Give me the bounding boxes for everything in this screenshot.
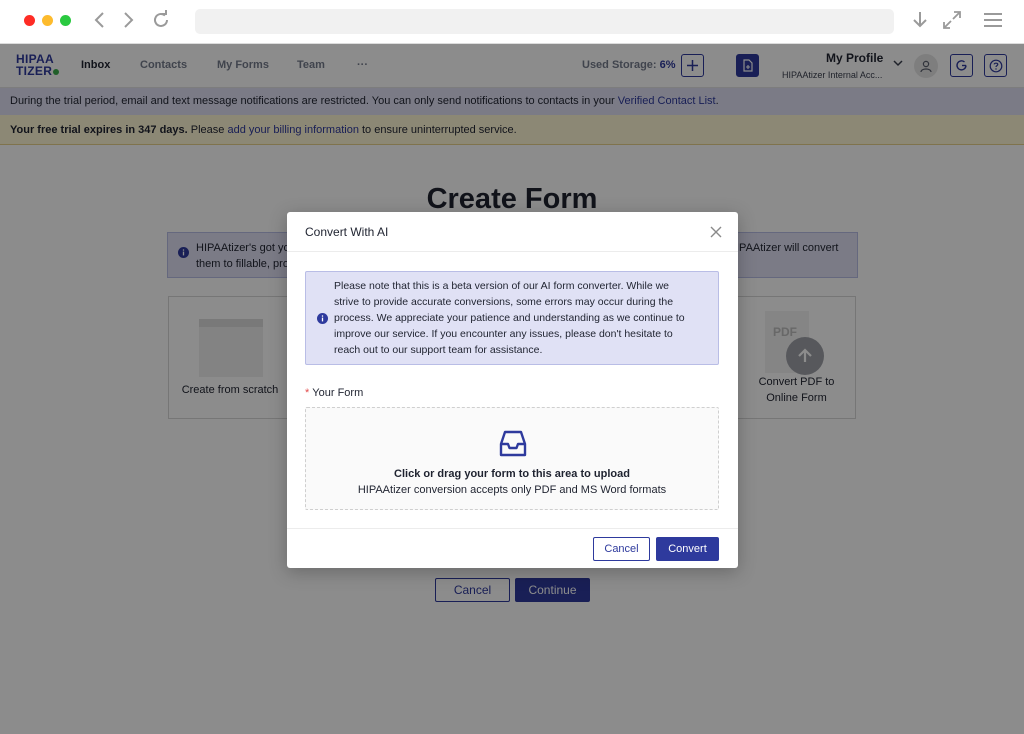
download-icon[interactable] <box>909 9 931 31</box>
notice-line: Please note that this is a beta version … <box>334 280 670 292</box>
modal-title: Convert With AI <box>305 225 389 239</box>
notice-line: process. We appreciate your patience and… <box>334 312 685 324</box>
upload-dropzone[interactable]: Click or drag your form to this area to … <box>305 407 719 510</box>
field-label-text: Your Form <box>312 387 364 399</box>
modal-header: Convert With AI <box>287 212 738 252</box>
required-mark: * <box>305 387 310 399</box>
inbox-icon <box>499 430 527 457</box>
notice-line: reach out to our support team for assist… <box>334 344 543 356</box>
forward-icon[interactable] <box>117 9 139 31</box>
menu-icon[interactable] <box>982 9 1004 31</box>
convert-button[interactable]: Convert <box>656 537 719 561</box>
dropzone-title: Click or drag your form to this area to … <box>394 468 630 480</box>
browser-chrome <box>0 0 1024 44</box>
notice-line: strive to provide accurate conversions, … <box>334 296 674 308</box>
your-form-label: * Your Form <box>305 387 363 399</box>
back-icon[interactable] <box>89 9 111 31</box>
cancel-button[interactable]: Cancel <box>593 537 650 561</box>
minimize-window-dot[interactable] <box>42 15 53 26</box>
info-icon <box>317 313 328 324</box>
beta-notice: Please note that this is a beta version … <box>305 271 719 365</box>
maximize-window-dot[interactable] <box>60 15 71 26</box>
fullscreen-icon[interactable] <box>941 9 963 31</box>
close-window-dot[interactable] <box>24 15 35 26</box>
close-icon[interactable] <box>709 225 723 239</box>
convert-with-ai-modal: Convert With AI Please note that this is… <box>287 212 738 568</box>
dropzone-hint: HIPAAtizer conversion accepts only PDF a… <box>357 484 667 496</box>
notice-line: improve our service. If you encounter an… <box>334 328 673 340</box>
url-bar[interactable] <box>195 9 894 34</box>
reload-icon[interactable] <box>150 9 172 31</box>
modal-footer: Cancel Convert <box>287 528 738 568</box>
